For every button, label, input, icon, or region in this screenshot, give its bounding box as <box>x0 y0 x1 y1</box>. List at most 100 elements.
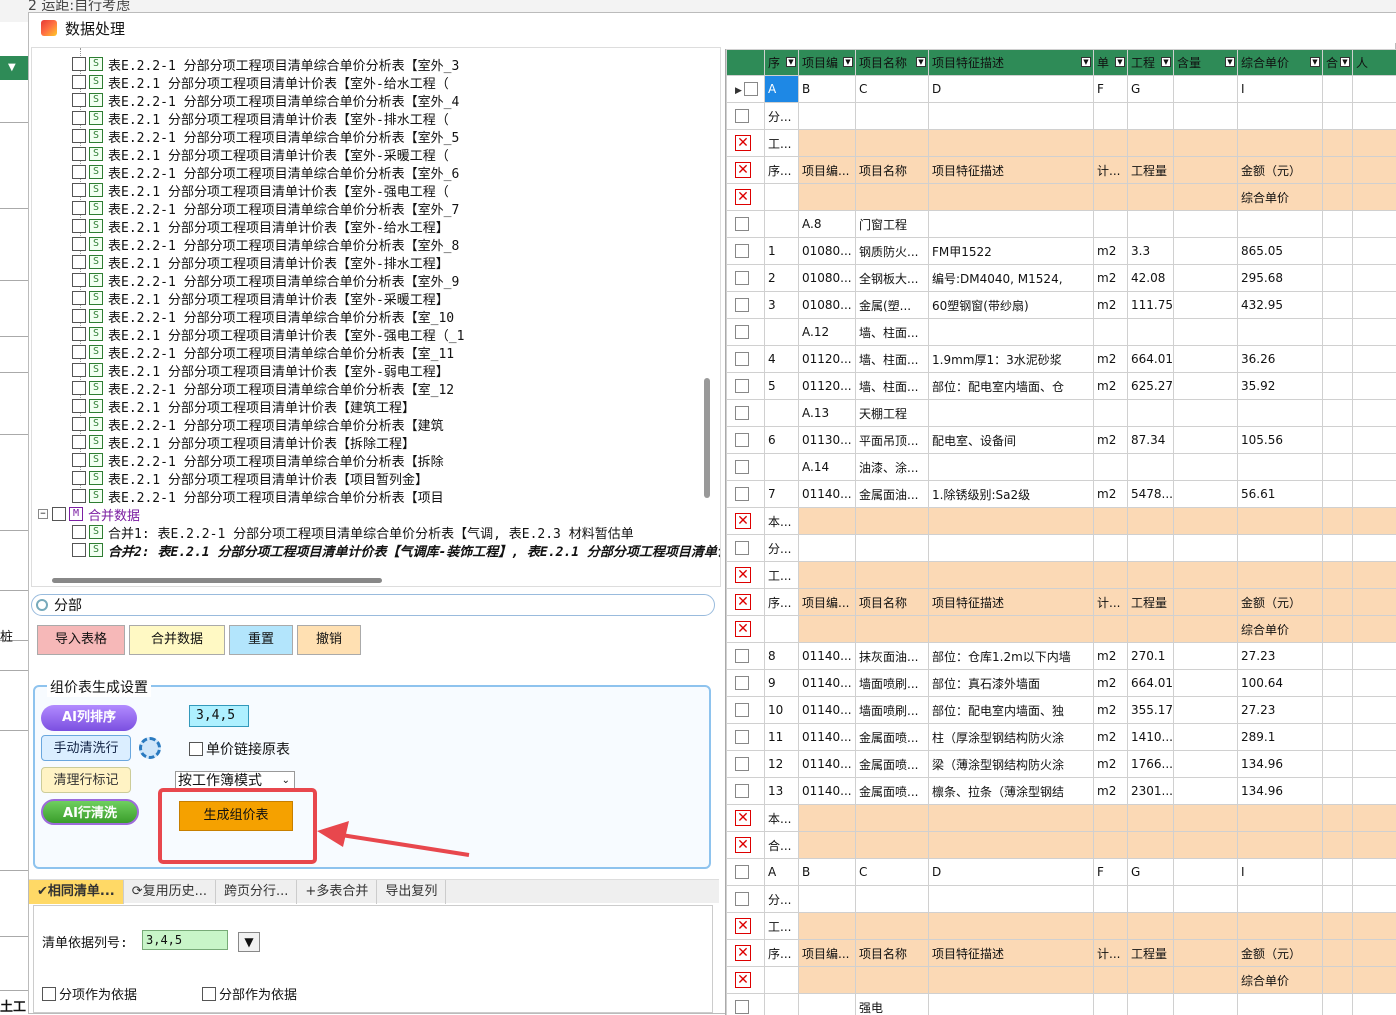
table-cell[interactable] <box>1238 535 1323 562</box>
table-cell[interactable]: 87.34 <box>1128 427 1174 454</box>
tab-3[interactable]: 跨页分行... <box>216 880 297 904</box>
table-cell[interactable]: 部位：仓库1.2m以下内墙 <box>929 643 1094 670</box>
table-cell[interactable] <box>799 805 856 832</box>
table-cell[interactable] <box>1353 103 1396 130</box>
table-cell[interactable]: D <box>929 859 1094 886</box>
table-cell[interactable] <box>1174 940 1238 967</box>
row-checkbox-cell[interactable] <box>727 292 765 319</box>
table-cell[interactable] <box>799 508 856 535</box>
tree-group-merge[interactable]: −M合并数据 <box>38 505 140 523</box>
table-cell[interactable]: 1 <box>765 238 799 265</box>
table-cell[interactable]: B <box>799 859 856 886</box>
row-checkbox-cell[interactable] <box>727 211 765 238</box>
table-cell[interactable] <box>799 886 856 913</box>
table-cell[interactable] <box>1323 373 1353 400</box>
table-cell[interactable] <box>1353 697 1396 724</box>
table-cell[interactable] <box>799 994 856 1015</box>
column-header[interactable]: 综合单价▼ <box>1238 50 1323 76</box>
table-cell[interactable] <box>799 130 856 157</box>
table-cell[interactable] <box>1174 157 1238 184</box>
row-checkbox[interactable] <box>735 379 749 393</box>
table-cell[interactable] <box>1323 130 1353 157</box>
table-cell[interactable] <box>1323 400 1353 427</box>
table-row[interactable]: ✕序...项目编...项目名称项目特征描述计...工程量金额（元） <box>727 940 1396 967</box>
merge-data-button[interactable]: 合并数据 <box>129 625 225 655</box>
row-checkbox[interactable] <box>735 676 749 690</box>
table-cell[interactable]: 计... <box>1094 589 1128 616</box>
tree-item[interactable]: S表E.2.1 分部分项工程项目清单计价表【室外-排水工程（ <box>72 109 449 127</box>
tree-item-checkbox[interactable] <box>72 489 86 503</box>
tree-item[interactable]: S表E.2.1 分部分项工程项目清单计价表【室外-强电工程（_1 <box>72 325 464 343</box>
table-cell[interactable]: 2301.... <box>1128 778 1174 805</box>
table-cell[interactable] <box>1174 238 1238 265</box>
tree-item[interactable]: S表E.2.2-1 分部分项工程项目清单综合单价分析表【室_11 <box>72 343 454 361</box>
table-cell[interactable]: 9 <box>765 670 799 697</box>
table-cell[interactable] <box>1323 751 1353 778</box>
table-cell[interactable]: 综合单价 <box>1238 967 1323 994</box>
table-cell[interactable]: 部位：配电室内墙面、独 <box>929 697 1094 724</box>
table-cell[interactable] <box>1323 805 1353 832</box>
tree-item-checkbox[interactable] <box>72 291 86 305</box>
table-cell[interactable] <box>1323 859 1353 886</box>
row-checkbox-cell[interactable] <box>727 778 765 805</box>
table-cell[interactable] <box>1094 454 1128 481</box>
row-checkbox[interactable] <box>735 244 749 258</box>
table-cell[interactable] <box>1094 805 1128 832</box>
link-checkbox-box[interactable] <box>189 742 203 756</box>
row-checkbox-cell[interactable]: ✕ <box>727 184 765 211</box>
table-cell[interactable] <box>1174 292 1238 319</box>
tree-item[interactable]: S表E.2.2-1 分部分项工程项目清单综合单价分析表【室外_6 <box>72 163 459 181</box>
table-cell[interactable]: D <box>929 76 1094 103</box>
table-cell[interactable]: 12 <box>765 751 799 778</box>
table-cell[interactable] <box>1323 184 1353 211</box>
table-cell[interactable] <box>1353 805 1396 832</box>
table-cell[interactable]: 01140... <box>799 643 856 670</box>
table-cell[interactable]: 01120... <box>799 373 856 400</box>
table-cell[interactable]: 分... <box>765 103 799 130</box>
table-cell[interactable]: 合... <box>765 832 799 859</box>
table-cell[interactable] <box>765 319 799 346</box>
table-cell[interactable]: 配电室、设备间 <box>929 427 1094 454</box>
table-cell[interactable]: 项目特征描述 <box>929 157 1094 184</box>
table-cell[interactable] <box>1353 913 1396 940</box>
table-cell[interactable]: 部位：配电室内墙面、仓 <box>929 373 1094 400</box>
row-checkbox[interactable] <box>735 298 749 312</box>
filter-dropdown-icon[interactable]: ▼ <box>1081 57 1091 67</box>
tree-item-checkbox[interactable] <box>72 201 86 215</box>
table-cell[interactable] <box>1174 76 1238 103</box>
column-header[interactable]: 项目编▼ <box>799 50 856 76</box>
table-cell[interactable]: 01080... <box>799 238 856 265</box>
table-cell[interactable] <box>929 616 1094 643</box>
table-cell[interactable]: 工... <box>765 913 799 940</box>
row-checkbox-cell[interactable]: ✕ <box>727 940 765 967</box>
tree-vertical-scrollbar[interactable] <box>704 378 710 498</box>
table-cell[interactable]: m2 <box>1094 238 1128 265</box>
table-cell[interactable] <box>1174 481 1238 508</box>
table-cell[interactable] <box>1128 319 1174 346</box>
table-cell[interactable] <box>929 103 1094 130</box>
table-row[interactable]: 强电 <box>727 994 1396 1015</box>
table-row[interactable]: ✕工... <box>727 562 1396 589</box>
table-cell[interactable]: 134.96 <box>1238 751 1323 778</box>
table-cell[interactable] <box>1353 616 1396 643</box>
row-checkbox-cell[interactable]: ✕ <box>727 913 765 940</box>
table-cell[interactable]: B <box>799 76 856 103</box>
table-cell[interactable] <box>1323 454 1353 481</box>
table-cell[interactable]: 项目特征描述 <box>929 589 1094 616</box>
table-cell[interactable]: 分... <box>765 886 799 913</box>
table-cell[interactable] <box>799 184 856 211</box>
row-checkbox-cell[interactable]: ✕ <box>727 562 765 589</box>
table-cell[interactable]: m2 <box>1094 778 1128 805</box>
table-cell[interactable] <box>1128 454 1174 481</box>
tree-item-checkbox[interactable] <box>72 165 86 179</box>
table-cell[interactable]: 梁（薄涂型钢结构防火涂 <box>929 751 1094 778</box>
table-cell[interactable]: 60塑钢窗(带纱扇) <box>929 292 1094 319</box>
row-checkbox-cell[interactable] <box>727 994 765 1015</box>
table-cell[interactable] <box>1128 805 1174 832</box>
row-checkbox-cell[interactable]: ▶ <box>727 76 765 103</box>
table-cell[interactable]: 项目名称 <box>856 157 929 184</box>
table-row[interactable]: 分... <box>727 103 1396 130</box>
table-cell[interactable]: 865.05 <box>1238 238 1323 265</box>
row-checkbox-cell[interactable]: ✕ <box>727 130 765 157</box>
table-cell[interactable] <box>1174 562 1238 589</box>
